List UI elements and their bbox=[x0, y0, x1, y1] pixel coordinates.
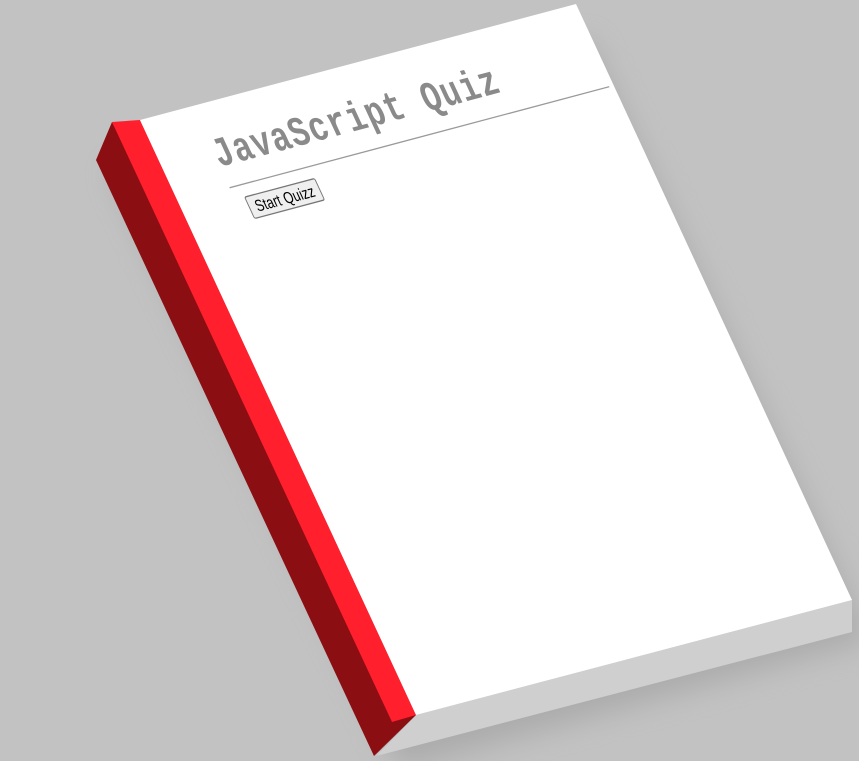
book-stage: JavaScript Quiz Start Quizz bbox=[0, 0, 859, 761]
start-quiz-button[interactable]: Start Quizz bbox=[243, 177, 326, 220]
